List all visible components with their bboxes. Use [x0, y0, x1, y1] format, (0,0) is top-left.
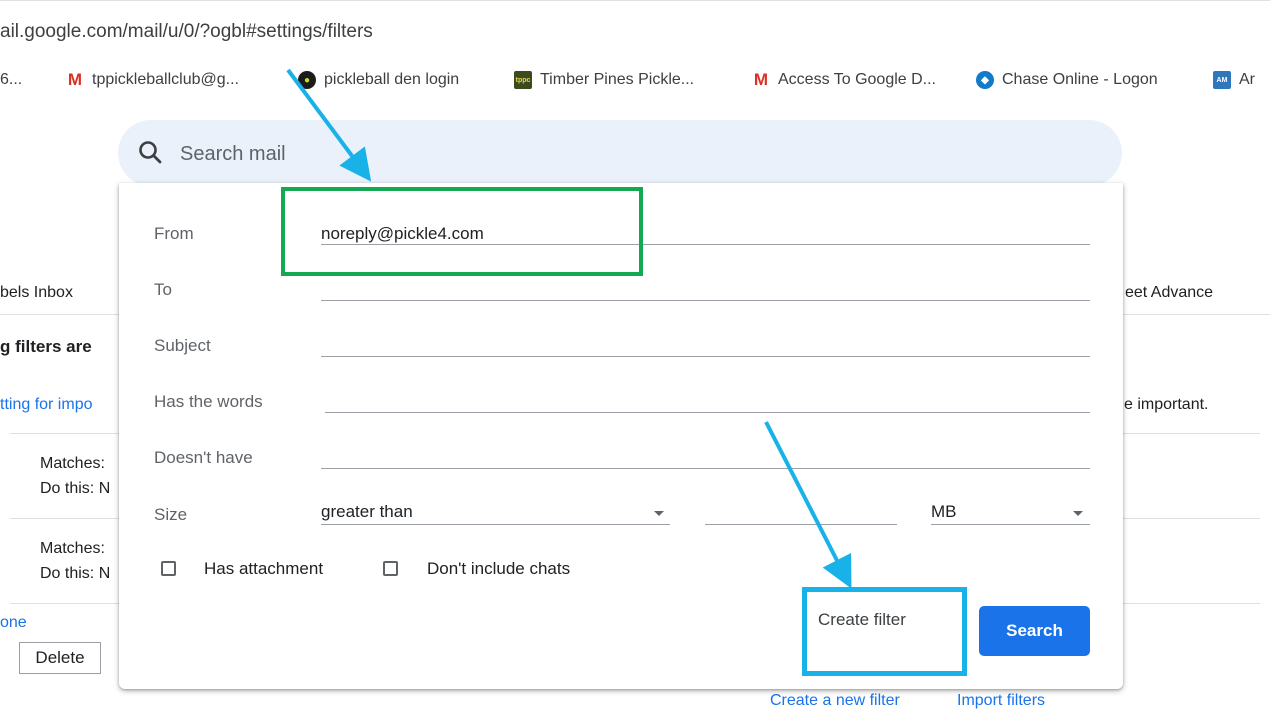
- size-label: Size: [154, 505, 188, 524]
- filter-row-action: Do this: N: [40, 565, 111, 582]
- filter-row-matches: Matches:: [40, 455, 105, 472]
- bookmark-truncated[interactable]: 6...: [0, 71, 22, 89]
- subject-underline: [321, 356, 1090, 357]
- pickleball-den-icon: ●: [298, 71, 316, 89]
- create-new-filter-link[interactable]: Create a new filter: [770, 692, 900, 710]
- has-attachment-checkbox[interactable]: [161, 561, 176, 576]
- bookmarks-bar: 6... M tppickleballclub@g... ● picklebal…: [0, 58, 1270, 110]
- filter-row-matches: Matches:: [40, 540, 105, 557]
- chevron-down-icon[interactable]: [1073, 511, 1083, 516]
- importance-text: e important.: [1124, 396, 1209, 413]
- bookmark-amex[interactable]: AM Ar: [1213, 71, 1255, 89]
- bookmark-timber-pines[interactable]: tppc Timber Pines Pickle...: [514, 71, 694, 89]
- select-none-link[interactable]: one: [0, 614, 27, 632]
- bookmark-pickleball-den[interactable]: ● pickleball den login: [298, 71, 459, 89]
- size-unit-select[interactable]: MB: [931, 502, 957, 522]
- bookmark-label: 6...: [0, 71, 23, 88]
- filter-row-action: Do this: N: [40, 480, 111, 497]
- chase-icon: ◆: [976, 71, 994, 89]
- has-words-underline: [325, 412, 1090, 413]
- dont-include-chats-label[interactable]: Don't include chats: [427, 559, 570, 579]
- filters-heading: g filters are: [0, 337, 92, 356]
- tppc-icon: tppc: [514, 71, 532, 89]
- annotation-highlight-from: [281, 187, 643, 276]
- bookmark-label: Access To Google D...: [778, 71, 936, 88]
- from-label: From: [154, 224, 194, 243]
- doesnt-have-label: Doesn't have: [154, 448, 253, 467]
- bookmark-access-google[interactable]: M Access To Google D...: [752, 70, 936, 89]
- doesnt-have-underline: [321, 468, 1090, 469]
- subject-label: Subject: [154, 336, 211, 355]
- bookmark-label: Chase Online - Logon: [1002, 71, 1158, 88]
- importance-link[interactable]: tting for impo: [0, 396, 92, 414]
- settings-tabs-right[interactable]: eet Advance: [1125, 284, 1213, 302]
- dont-include-chats-checkbox[interactable]: [383, 561, 398, 576]
- delete-button[interactable]: Delete: [19, 642, 101, 674]
- address-bar[interactable]: ail.google.com/mail/u/0/?ogbl#settings/f…: [0, 0, 1270, 60]
- search-button[interactable]: Search: [979, 606, 1090, 656]
- bookmark-label: Ar: [1239, 71, 1255, 88]
- chevron-down-icon[interactable]: [654, 511, 664, 516]
- size-unit-underline: [931, 524, 1090, 525]
- to-underline: [321, 300, 1090, 301]
- search-icon[interactable]: [136, 138, 166, 168]
- size-amount-underline: [705, 524, 897, 525]
- size-operator-select[interactable]: greater than: [321, 502, 413, 522]
- has-words-label: Has the words: [154, 392, 263, 411]
- amex-icon: AM: [1213, 71, 1231, 89]
- bookmark-label: pickleball den login: [324, 71, 460, 88]
- annotation-highlight-create-filter: [802, 587, 967, 676]
- size-operator-underline: [321, 524, 670, 525]
- bookmark-label: Timber Pines Pickle...: [540, 71, 695, 88]
- bookmark-tppickleballclub[interactable]: M tppickleballclub@g...: [66, 70, 239, 89]
- import-filters-link[interactable]: Import filters: [957, 692, 1045, 710]
- bookmark-chase[interactable]: ◆ Chase Online - Logon: [976, 71, 1158, 89]
- settings-tabs-left[interactable]: bels Inbox: [0, 284, 73, 302]
- gmail-icon: M: [67, 70, 83, 89]
- gmail-icon: M: [753, 70, 769, 89]
- to-label: To: [154, 280, 172, 299]
- url-text[interactable]: ail.google.com/mail/u/0/?ogbl#settings/f…: [0, 21, 373, 43]
- bookmark-label: tppickleballclub@g...: [92, 71, 239, 88]
- has-attachment-label[interactable]: Has attachment: [204, 559, 323, 579]
- search-input[interactable]: Search mail: [180, 143, 286, 166]
